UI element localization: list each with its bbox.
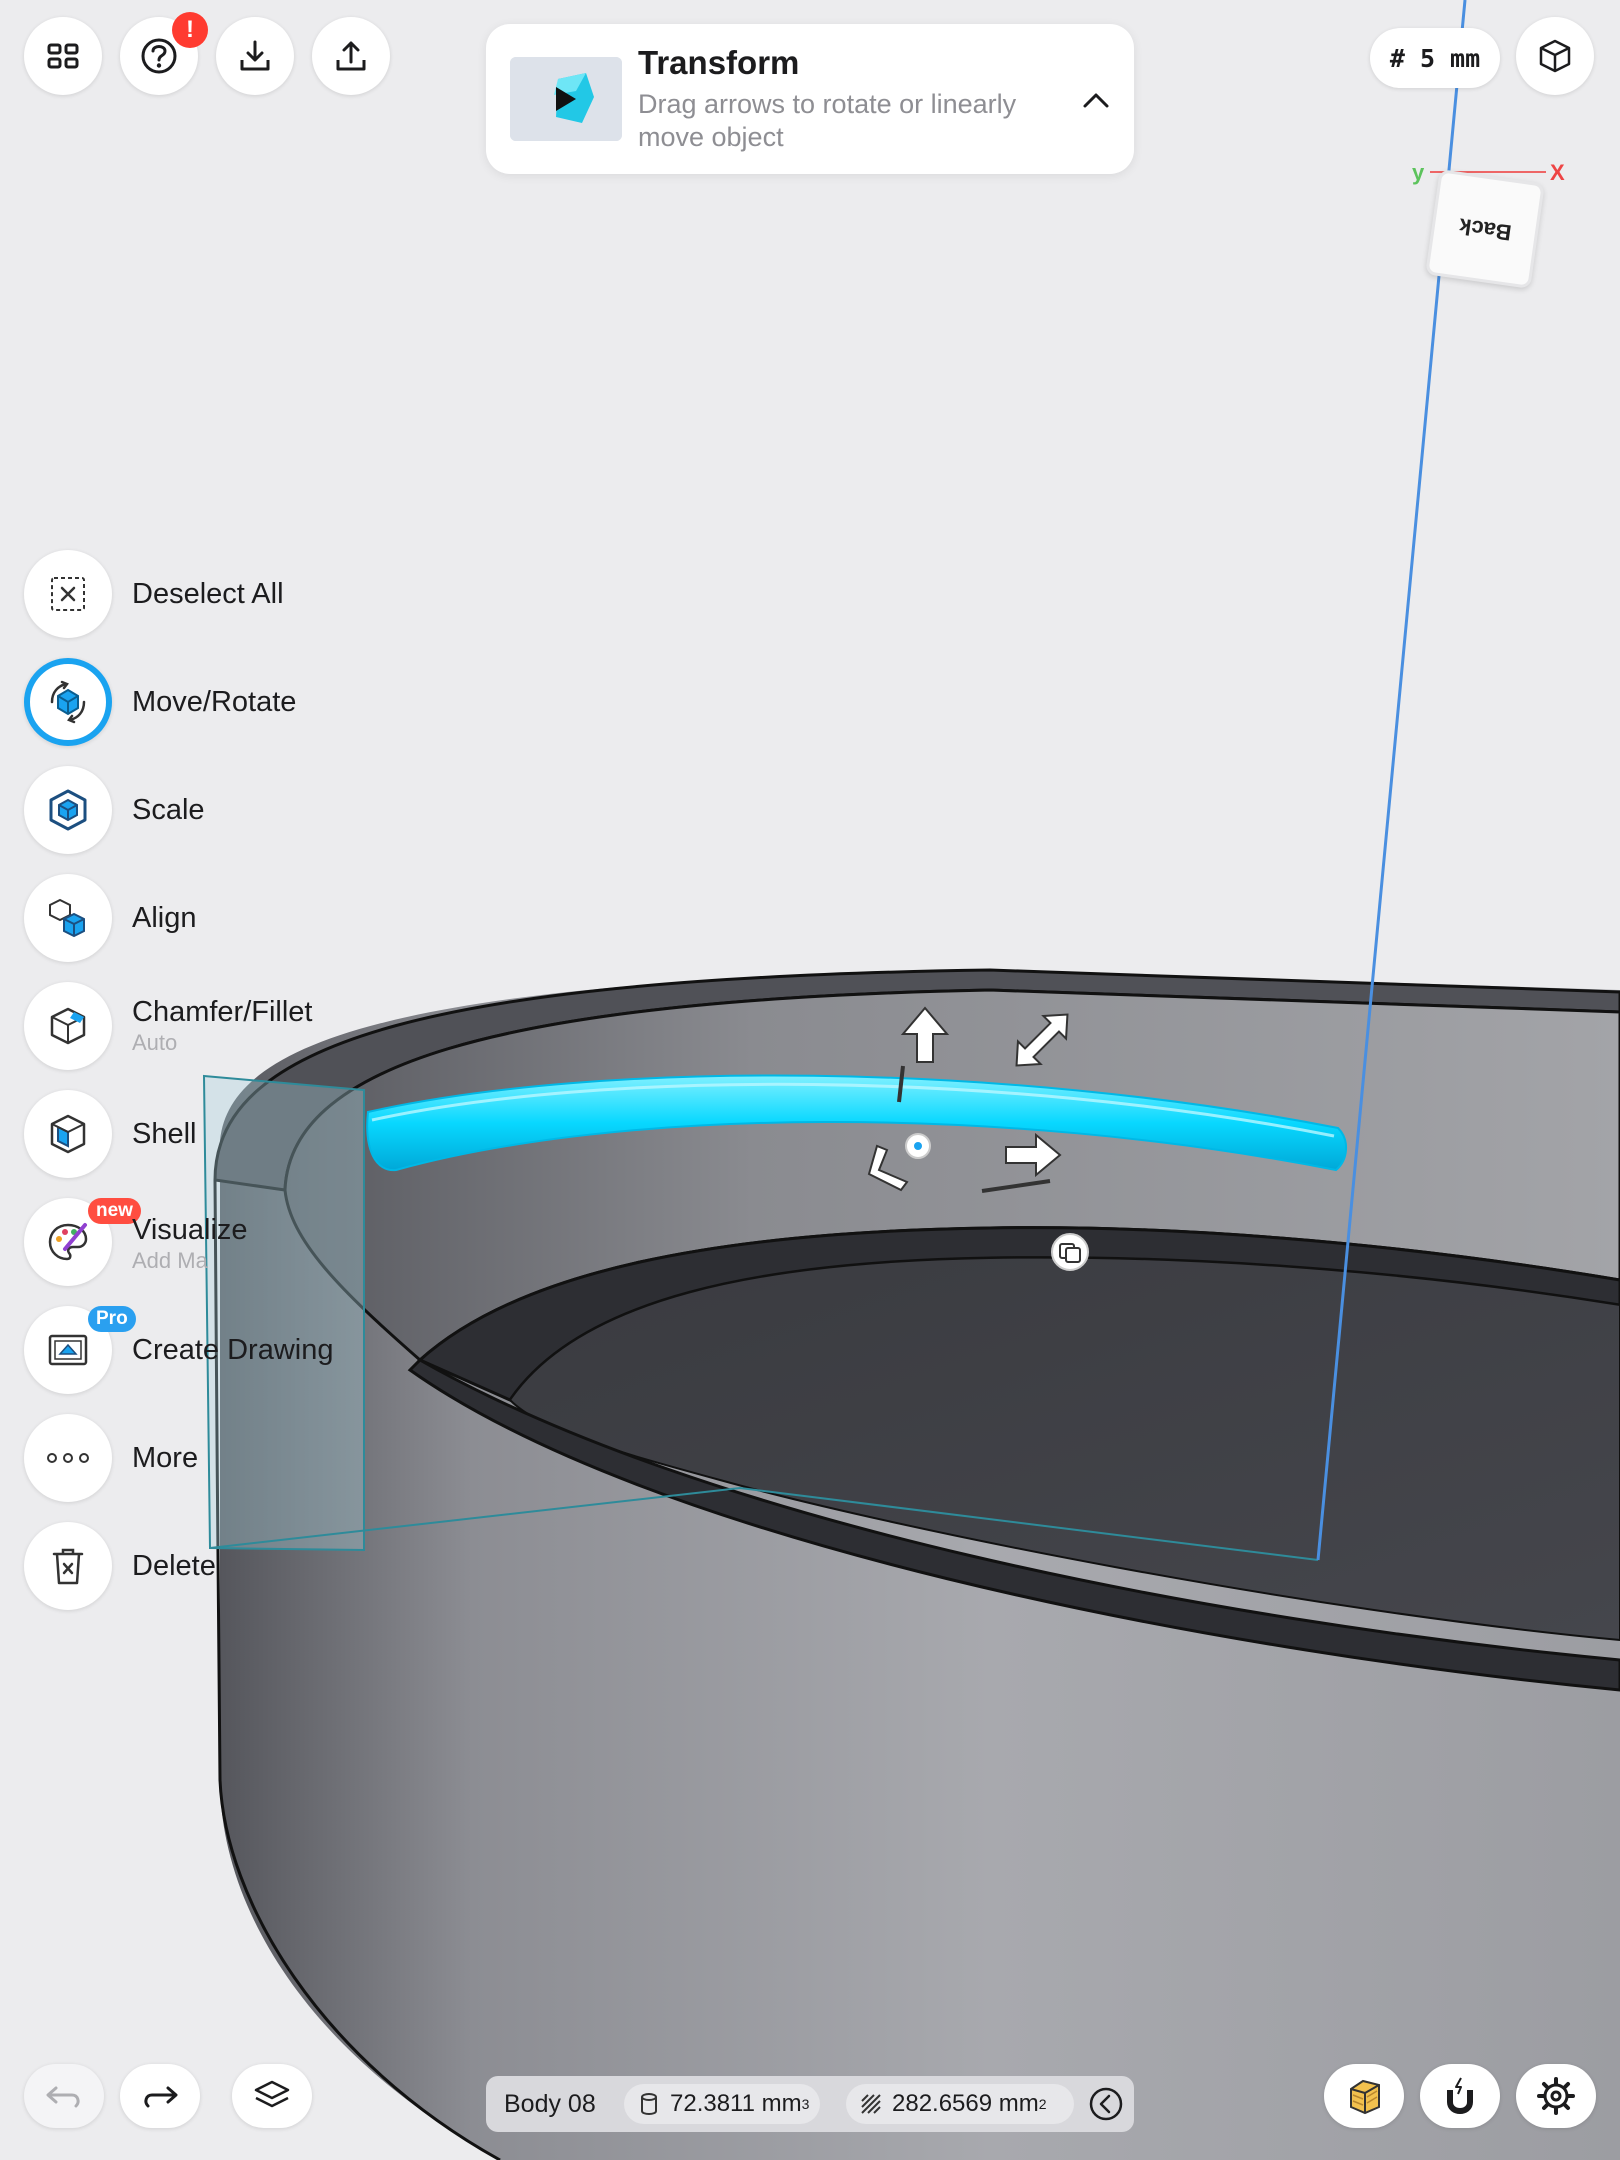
- area-hatch-icon: [861, 2094, 881, 2114]
- volume-chip: 72.3811 mm 3: [624, 2084, 820, 2124]
- menu-align-label: Align: [132, 902, 197, 934]
- help-icon: [141, 38, 177, 74]
- transform-title: Transform: [638, 44, 800, 81]
- gear-icon: [1537, 2077, 1575, 2115]
- layers-button[interactable]: [232, 2064, 312, 2128]
- chevron-left-circle-icon: [1089, 2087, 1123, 2121]
- collapse-button[interactable]: [1076, 80, 1116, 120]
- menu-deselect-all[interactable]: Deselect All: [24, 550, 424, 638]
- menu-scale-label: Scale: [132, 794, 205, 826]
- drawing-sheet-icon: [48, 1334, 88, 1366]
- transform-tip-card[interactable]: Transform Drag arrows to rotate or linea…: [486, 24, 1134, 174]
- area-unit-exponent: 2: [1038, 2096, 1047, 2112]
- scale-icon: [49, 789, 87, 831]
- grid-size-button[interactable]: # 5 mm: [1370, 28, 1500, 88]
- menu-create-drawing[interactable]: Pro Create Drawing: [24, 1306, 424, 1394]
- menu-delete[interactable]: Delete: [24, 1522, 424, 1610]
- chamfer-fillet-icon: [50, 1007, 86, 1045]
- undo-icon: [46, 2086, 80, 2108]
- material-button[interactable]: [1324, 2064, 1404, 2128]
- menu-move-rotate[interactable]: Move/Rotate: [24, 658, 424, 746]
- volume-value: 72.3811 mm: [670, 2090, 802, 2117]
- menu-chamfer-fillet-label: Chamfer/Fillet: [132, 996, 313, 1028]
- menu-shell-label: Shell: [132, 1118, 197, 1150]
- align-icon: [49, 898, 85, 938]
- material-box-icon: [1350, 2079, 1380, 2115]
- download-icon: [240, 40, 270, 71]
- create-drawing-pro-tag: Pro: [88, 1306, 136, 1332]
- selection-info-bar: Body 08 72.3811 mm 3 282.6569 mm 2: [486, 2076, 1134, 2132]
- menu-visualize[interactable]: new Visualize Add Ma: [24, 1198, 424, 1286]
- layers-icon: [254, 2080, 290, 2108]
- volume-unit-exponent: 3: [801, 2096, 810, 2112]
- magnet-icon: [1447, 2077, 1473, 2114]
- view-cube-face-label: Back: [1457, 213, 1513, 246]
- menu-chamfer-fillet[interactable]: Chamfer/Fillet Auto: [24, 982, 424, 1070]
- transform-video-thumbnail[interactable]: [510, 57, 622, 141]
- transform-description: Drag arrows to rotate or linearly move o…: [638, 89, 1017, 152]
- menu-deselect-all-label: Deselect All: [132, 578, 284, 610]
- menu-chamfer-fillet-mode: Auto: [132, 1030, 178, 1055]
- menu-more-label: More: [132, 1442, 199, 1474]
- area-chip: 282.6569 mm 2: [846, 2084, 1074, 2124]
- move-rotate-icon: [50, 680, 86, 724]
- menu-visualize-label: Visualize: [132, 1214, 248, 1246]
- undo-button[interactable]: [24, 2064, 104, 2128]
- palette-brush-icon: [48, 1223, 88, 1261]
- body-name: Body 08: [504, 2090, 596, 2118]
- export-button[interactable]: [312, 17, 390, 95]
- menu-move-rotate-label: Move/Rotate: [132, 686, 297, 718]
- redo-icon: [144, 2086, 178, 2108]
- duplicate-icon[interactable]: [1051, 1233, 1089, 1271]
- info-collapse-button[interactable]: [1088, 2086, 1124, 2122]
- help-alert-badge: !: [172, 12, 208, 48]
- grid-menu-button[interactable]: [24, 17, 102, 95]
- area-value: 282.6569 mm: [892, 2090, 1039, 2117]
- snap-button[interactable]: [1420, 2064, 1500, 2128]
- menu-scale[interactable]: Scale: [24, 766, 424, 854]
- cube-view-icon: [1539, 39, 1571, 73]
- menu-align[interactable]: Align: [24, 874, 424, 962]
- menu-more[interactable]: More: [24, 1414, 424, 1502]
- upload-icon: [336, 41, 366, 71]
- volume-icon: [641, 2093, 657, 2115]
- shell-icon: [50, 1114, 86, 1154]
- deselect-icon: [51, 577, 85, 611]
- menu-delete-label: Delete: [132, 1550, 216, 1582]
- settings-button[interactable]: [1516, 2064, 1596, 2128]
- axis-y-label: y: [1412, 160, 1425, 185]
- viewport-3d[interactable]: [0, 0, 1620, 2160]
- trash-icon: [52, 1548, 84, 1585]
- chevron-up-icon: [1083, 93, 1109, 108]
- menu-visualize-sub: Add Ma: [132, 1248, 208, 1273]
- redo-button[interactable]: [120, 2064, 200, 2128]
- more-dots-icon: [47, 1453, 89, 1463]
- menu-shell[interactable]: Shell: [24, 1090, 424, 1178]
- grid-icon: [47, 43, 79, 69]
- import-button[interactable]: [216, 17, 294, 95]
- view-mode-button[interactable]: [1516, 17, 1594, 95]
- menu-create-drawing-label: Create Drawing: [132, 1334, 334, 1366]
- view-cube[interactable]: Back: [1425, 169, 1545, 289]
